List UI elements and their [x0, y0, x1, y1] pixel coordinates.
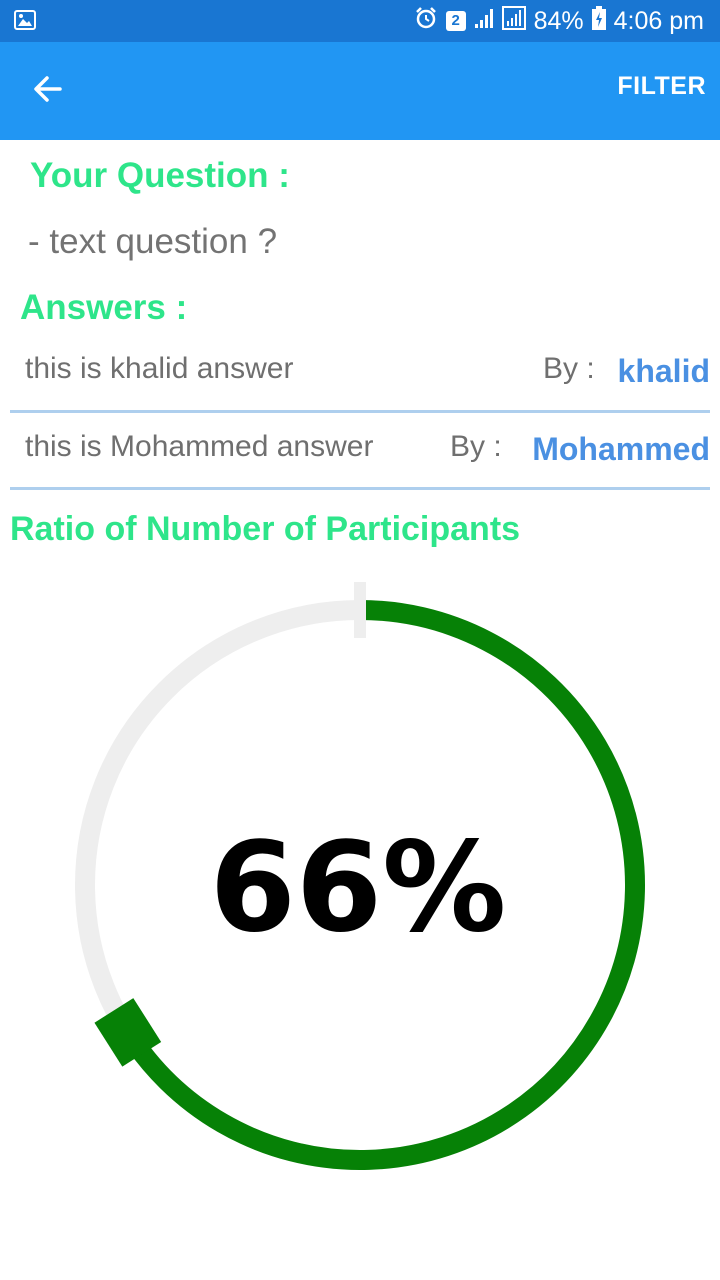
answers-heading: Answers :	[20, 288, 188, 327]
signal-icon	[474, 7, 494, 36]
app-bar: FILTER	[0, 42, 720, 140]
status-bar: 2 84% 4:06 pm	[0, 0, 720, 42]
image-icon	[14, 10, 36, 30]
battery-percent: 84%	[533, 6, 584, 35]
answer-item[interactable]: this is khalid answer By : khalid	[10, 334, 710, 413]
answer-author[interactable]: khalid	[618, 353, 710, 390]
back-button[interactable]	[22, 66, 74, 116]
percent-label: 66%	[210, 816, 507, 960]
alarm-icon	[414, 6, 438, 37]
answer-author[interactable]: Mohammed	[532, 431, 710, 468]
battery-charging-icon	[591, 5, 606, 37]
sim-badge-icon: 2	[445, 11, 466, 31]
answer-text: this is khalid answer	[25, 352, 294, 385]
answer-text: this is Mohammed answer	[25, 430, 374, 463]
answer-item[interactable]: this is Mohammed answer By : Mohammed	[10, 411, 710, 490]
by-label: By :	[543, 352, 595, 385]
clock: 4:06 pm	[613, 6, 704, 35]
by-label: By :	[450, 430, 502, 463]
filter-button[interactable]: FILTER	[617, 72, 706, 101]
ratio-heading: Ratio of Number of Participants	[10, 510, 521, 548]
participants-progress-gauge: 66%	[60, 575, 660, 1195]
question-heading: Your Question :	[30, 156, 290, 195]
arrow-left-icon	[32, 73, 64, 110]
progress-start-marker	[354, 582, 366, 638]
signal-icon	[501, 5, 526, 37]
question-text: - text question ?	[28, 222, 278, 261]
